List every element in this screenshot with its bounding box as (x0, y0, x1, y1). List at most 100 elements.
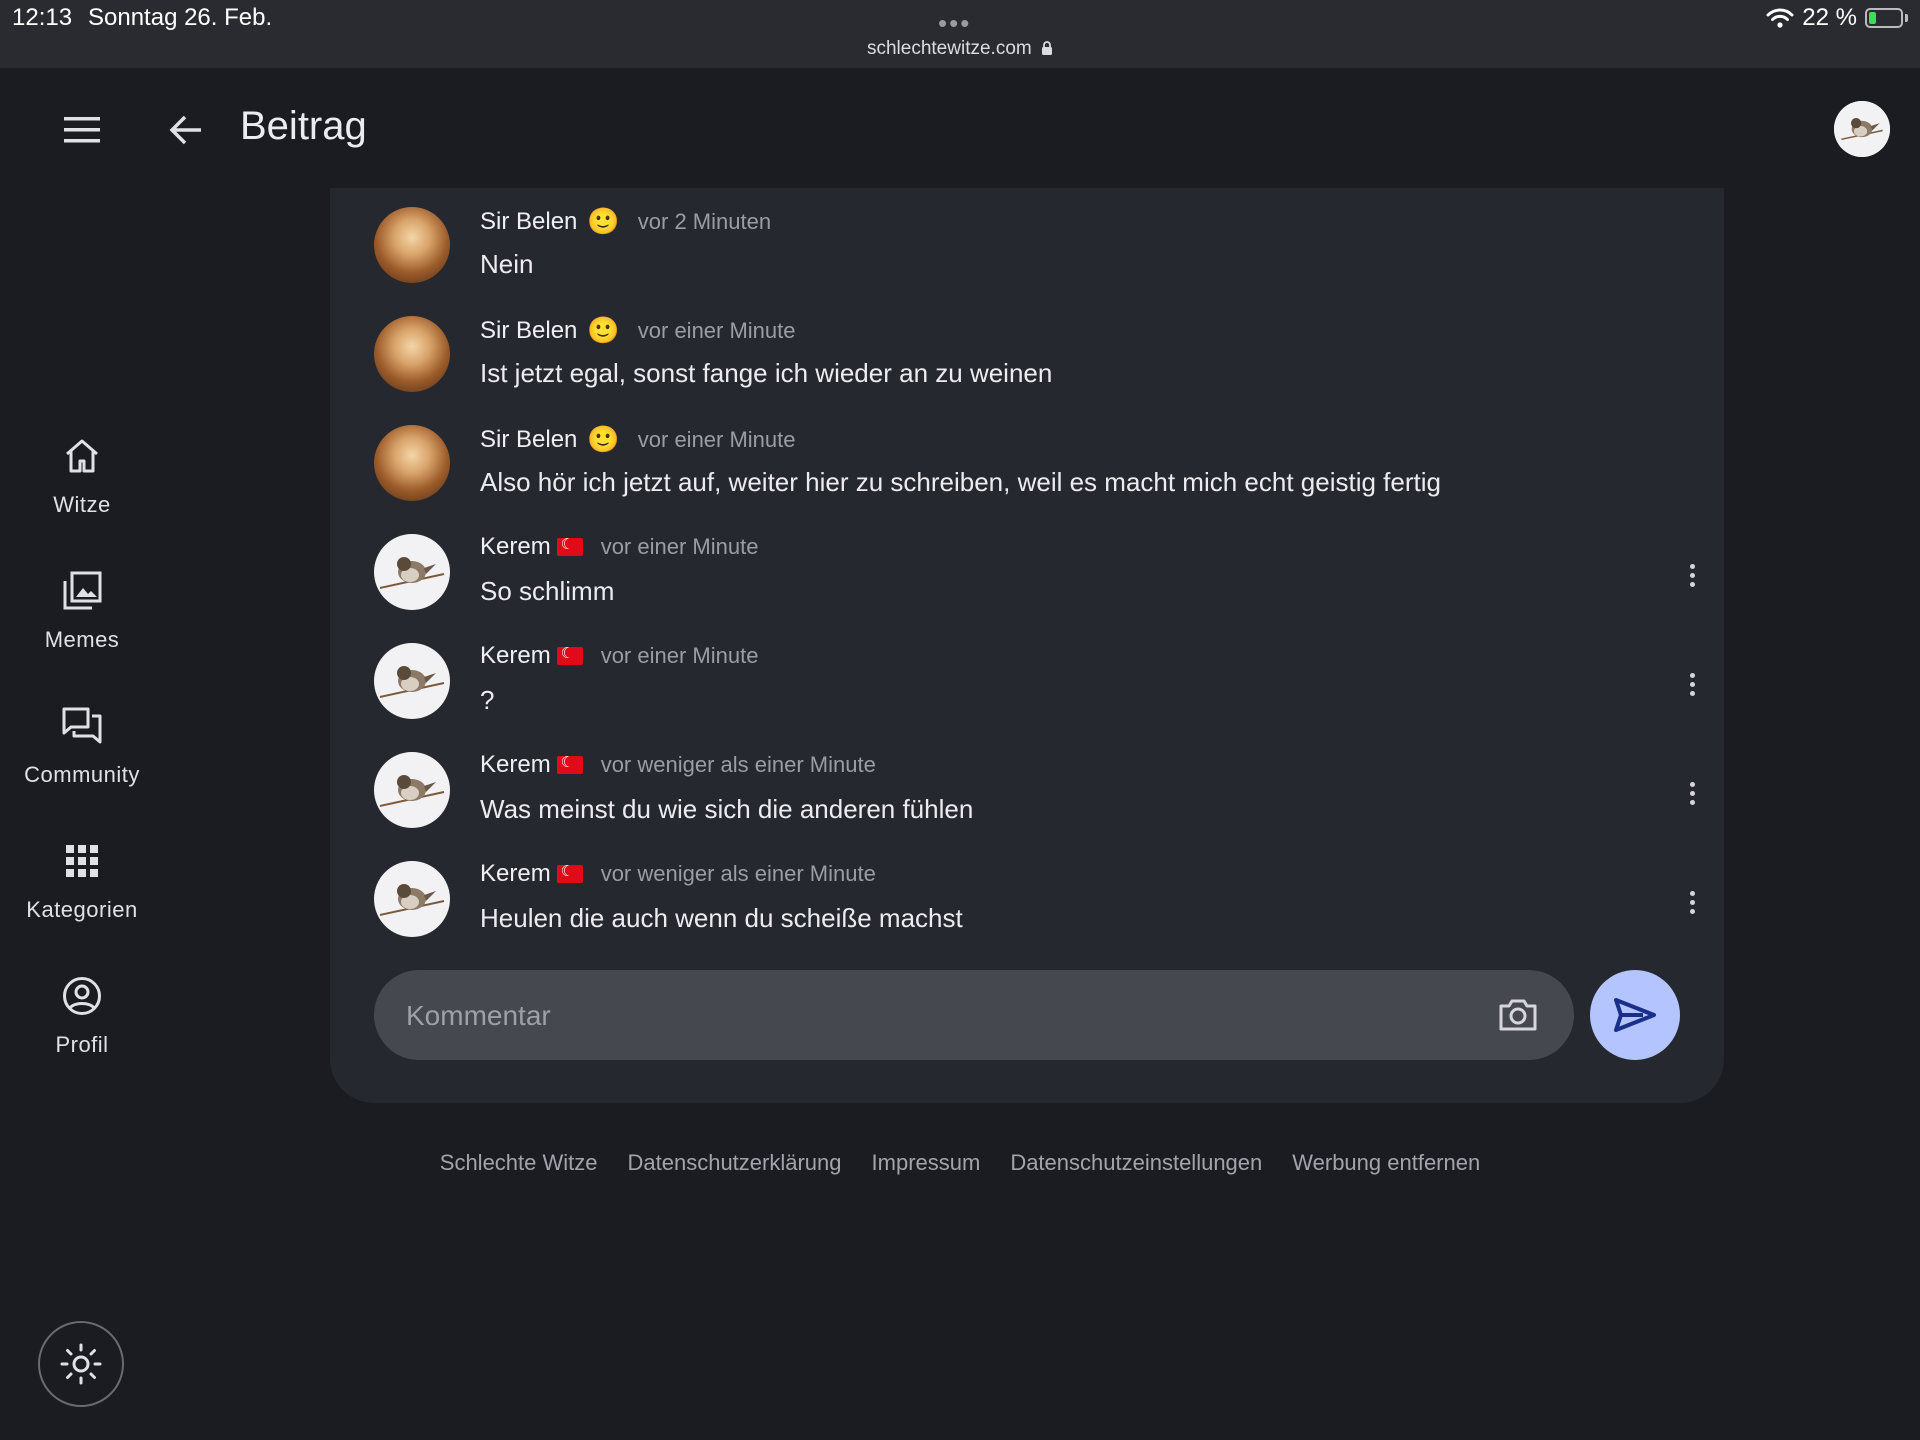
commenter-avatar[interactable] (374, 316, 450, 392)
bird-avatar-image (379, 884, 445, 916)
battery-icon (1865, 8, 1903, 28)
comment-item: Sir Belen 🙂 vor 2 Minuten Nein (374, 188, 1694, 296)
url-bar[interactable]: schlechtewitze.com (0, 38, 1920, 60)
send-icon (1614, 998, 1656, 1032)
comment-author[interactable]: Kerem (480, 751, 551, 779)
nav-item-profil[interactable]: Profil (0, 960, 164, 1095)
smiley-emoji: 🙂 (587, 315, 620, 345)
hamburger-menu-icon (64, 117, 100, 143)
comment-item: Kerem vor weniger als einer Minute Was m… (374, 733, 1695, 841)
bird-avatar-image (1834, 101, 1890, 157)
comment-item: Kerem vor einer Minute ? (374, 624, 1695, 732)
comment-text: ? (480, 685, 495, 715)
smiley-emoji: 🙂 (587, 206, 620, 236)
nav-label: Kategorien (26, 897, 138, 922)
comment-time: vor weniger als einer Minute (600, 861, 876, 886)
wifi-icon (1766, 8, 1794, 28)
send-button[interactable] (1590, 970, 1680, 1060)
comments-card: Sir Belen 🙂 vor 2 Minuten Nein Sir Belen… (330, 188, 1724, 1103)
comment-time: vor 2 Minuten (637, 208, 772, 234)
turkey-flag-emoji (556, 862, 583, 883)
comment-text: Heulen die auch wenn du scheiße machst (480, 903, 963, 933)
more-options-button[interactable] (1674, 775, 1710, 811)
comment-text: Was meinst du wie sich die anderen fühle… (480, 794, 974, 824)
page-title: Beitrag (240, 104, 367, 148)
nav-item-memes[interactable]: Memes (0, 555, 164, 690)
footer-link-werbung-entfernen[interactable]: Werbung entfernen (1292, 1150, 1480, 1176)
nav-item-kategorien[interactable]: Kategorien (0, 825, 164, 960)
turkey-flag-emoji (556, 535, 583, 556)
comment-text: Also hör ich jetzt auf, weiter hier zu s… (480, 467, 1441, 497)
theme-toggle-button[interactable] (38, 1321, 124, 1407)
comment-time: vor einer Minute (637, 317, 796, 343)
comment-text: Ist jetzt egal, sonst fange ich wieder a… (480, 358, 1053, 388)
comment-item: Kerem vor einer Minute So schlimm (374, 515, 1695, 623)
comment-author[interactable]: Sir Belen (480, 208, 577, 236)
commenter-avatar[interactable] (374, 534, 450, 610)
footer-link-impressum[interactable]: Impressum (872, 1150, 981, 1176)
commenter-avatar[interactable] (374, 425, 450, 501)
home-icon (60, 434, 104, 478)
comment-item: Kerem vor weniger als einer Minute Heule… (374, 842, 1695, 950)
comment-text: Nein (480, 249, 534, 279)
url-text: schlechtewitze.com (866, 38, 1032, 59)
images-icon (60, 569, 104, 613)
status-bar: 12:13 Sonntag 26. Feb. ••• schlechtewitz… (0, 0, 1920, 68)
forum-icon (60, 704, 104, 748)
comment-time: vor einer Minute (600, 643, 759, 668)
comment-time: vor weniger als einer Minute (600, 752, 876, 777)
footer-link-datenschutzeinstellungen[interactable]: Datenschutzeinstellungen (1010, 1150, 1262, 1176)
lock-icon (1042, 41, 1052, 55)
comment-author[interactable]: Sir Belen (480, 317, 577, 345)
nav-item-witze[interactable]: Witze (0, 420, 164, 555)
smiley-emoji: 🙂 (587, 424, 620, 454)
nav-label: Witze (53, 492, 111, 517)
bird-avatar-image (379, 557, 445, 589)
camera-icon (1499, 999, 1537, 1031)
camera-button[interactable] (1496, 993, 1540, 1037)
status-date: Sonntag 26. Feb. (88, 4, 273, 31)
commenter-avatar[interactable] (374, 861, 450, 937)
more-options-button[interactable] (1674, 666, 1710, 702)
comment-item: Sir Belen 🙂 vor einer Minute Also hör ic… (374, 406, 1694, 514)
multitasking-dots[interactable]: ••• (938, 10, 971, 36)
nav-label: Memes (44, 627, 120, 652)
arrow-back-icon (169, 115, 201, 145)
comment-time: vor einer Minute (600, 534, 759, 559)
comment-text: So schlimm (480, 576, 615, 606)
footer-link-datenschutzerklaerung[interactable]: Datenschutzerklärung (628, 1150, 842, 1176)
footer-link-schlechte-witze[interactable]: Schlechte Witze (440, 1150, 598, 1176)
back-button[interactable] (162, 106, 210, 154)
menu-button[interactable] (58, 106, 106, 154)
comment-item: Sir Belen 🙂 vor einer Minute Ist jetzt e… (374, 297, 1694, 405)
more-options-button[interactable] (1674, 884, 1710, 920)
comment-author[interactable]: Kerem (480, 533, 551, 561)
nav-label: Profil (55, 1032, 109, 1057)
app-header: Beitrag (0, 68, 1920, 188)
user-avatar[interactable] (1834, 101, 1890, 157)
comment-author[interactable]: Sir Belen (480, 426, 577, 454)
turkey-flag-emoji (556, 753, 583, 774)
comment-input[interactable] (404, 970, 1458, 1062)
grid-icon (60, 839, 104, 883)
more-options-button[interactable] (1674, 557, 1710, 593)
status-indicators: 22 % (1766, 4, 1908, 32)
nav-item-community[interactable]: Community (0, 690, 164, 825)
comment-input-container (374, 970, 1574, 1062)
nav-rail: Witze Memes Community Kategorien Profil (0, 420, 164, 1095)
comment-author[interactable]: Kerem (480, 860, 551, 888)
nav-label: Community (24, 762, 140, 787)
commenter-avatar[interactable] (374, 752, 450, 828)
comment-time: vor einer Minute (637, 426, 796, 452)
footer: Schlechte Witze Datenschutzerklärung Imp… (0, 1150, 1920, 1176)
commenter-avatar[interactable] (374, 207, 450, 283)
turkey-flag-emoji (556, 644, 583, 665)
commenter-avatar[interactable] (374, 643, 450, 719)
status-time: 12:13 (12, 4, 73, 31)
sun-icon (60, 1343, 102, 1385)
account-circle-icon (60, 974, 104, 1018)
bird-avatar-image (379, 775, 445, 807)
bird-avatar-image (379, 666, 445, 698)
battery-percent: 22 % (1802, 4, 1857, 31)
comment-author[interactable]: Kerem (480, 642, 551, 670)
